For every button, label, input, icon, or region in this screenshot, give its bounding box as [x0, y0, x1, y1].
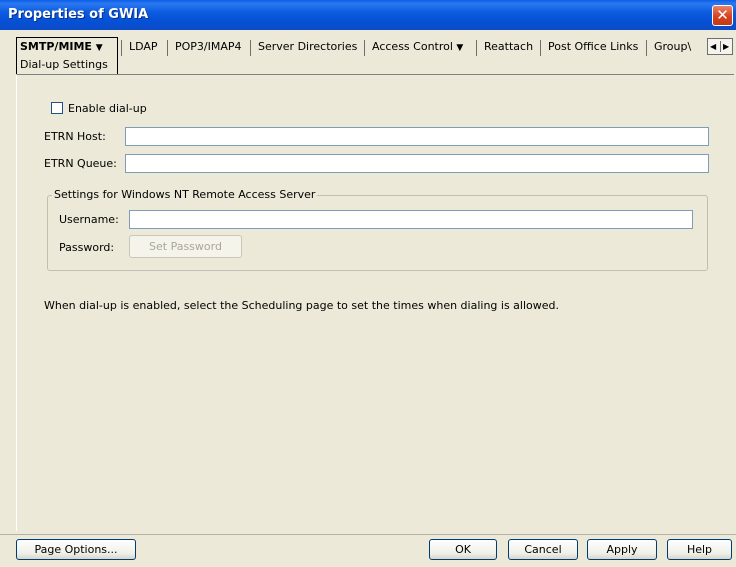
dialup-info-text: When dial-up is enabled, select the Sche… [44, 299, 560, 312]
tab-separator [476, 40, 477, 56]
etrn-queue-input[interactable] [125, 154, 709, 173]
ras-settings-group [47, 195, 708, 271]
tab-separator [167, 40, 168, 56]
password-label: Password: [59, 241, 115, 254]
scroll-divider [720, 41, 721, 52]
help-button[interactable]: Help [667, 539, 732, 560]
username-input[interactable] [129, 210, 693, 229]
tab-separator [250, 40, 251, 56]
tab-group[interactable]: Group\ [649, 38, 705, 56]
tab-reattach[interactable]: Reattach [479, 38, 538, 56]
title-bar[interactable]: Properties of GWIA ✕ [0, 0, 736, 30]
tab-separator [540, 40, 541, 56]
tab-post-office-links[interactable]: Post Office Links [543, 38, 643, 56]
tab-pop3-imap4[interactable]: POP3/IMAP4 [170, 38, 247, 56]
bottom-divider [0, 534, 736, 535]
page-options-button[interactable]: Page Options... [16, 539, 136, 560]
close-icon[interactable]: ✕ [712, 5, 733, 26]
dropdown-caret-icon[interactable]: ▼ [456, 43, 463, 53]
tab-ldap[interactable]: LDAP [124, 38, 163, 56]
etrn-queue-label: ETRN Queue: [44, 157, 117, 170]
etrn-host-label: ETRN Host: [44, 130, 106, 143]
tab-smtp-mime[interactable]: SMTP/MIME ▼ Dial-up Settings [16, 37, 118, 75]
tab-server-directories[interactable]: Server Directories [253, 38, 362, 56]
tab-separator [646, 40, 647, 56]
enable-dialup-label[interactable]: Enable dial-up [68, 102, 147, 115]
ok-button[interactable]: OK [429, 539, 497, 560]
set-password-button[interactable]: Set Password [129, 235, 242, 258]
ras-settings-group-title: Settings for Windows NT Remote Access Se… [52, 188, 318, 201]
tab-smtp-mime-label: SMTP/MIME [20, 40, 92, 53]
tab-access-control-label: Access Control [372, 40, 453, 53]
tab-separator [364, 40, 365, 56]
subtab-dialup-settings[interactable]: Dial-up Settings [20, 57, 108, 72]
window-title: Properties of GWIA [8, 7, 149, 22]
properties-window: Properties of GWIA ✕ SMTP/MIME ▼ Dial-up… [0, 0, 736, 567]
etrn-host-input[interactable] [125, 127, 709, 146]
cancel-button[interactable]: Cancel [508, 539, 578, 560]
enable-dialup-checkbox[interactable] [51, 102, 63, 114]
scroll-right-icon[interactable]: ▶ [723, 40, 729, 54]
username-label: Username: [59, 213, 119, 226]
tab-separator [121, 40, 122, 56]
apply-button[interactable]: Apply [587, 539, 657, 560]
scroll-left-icon[interactable]: ◀ [710, 40, 716, 54]
dropdown-caret-icon[interactable]: ▼ [96, 43, 103, 53]
tab-scroll-buttons: ◀ ▶ [707, 38, 733, 55]
tab-access-control[interactable]: Access Control ▼ [367, 38, 468, 56]
